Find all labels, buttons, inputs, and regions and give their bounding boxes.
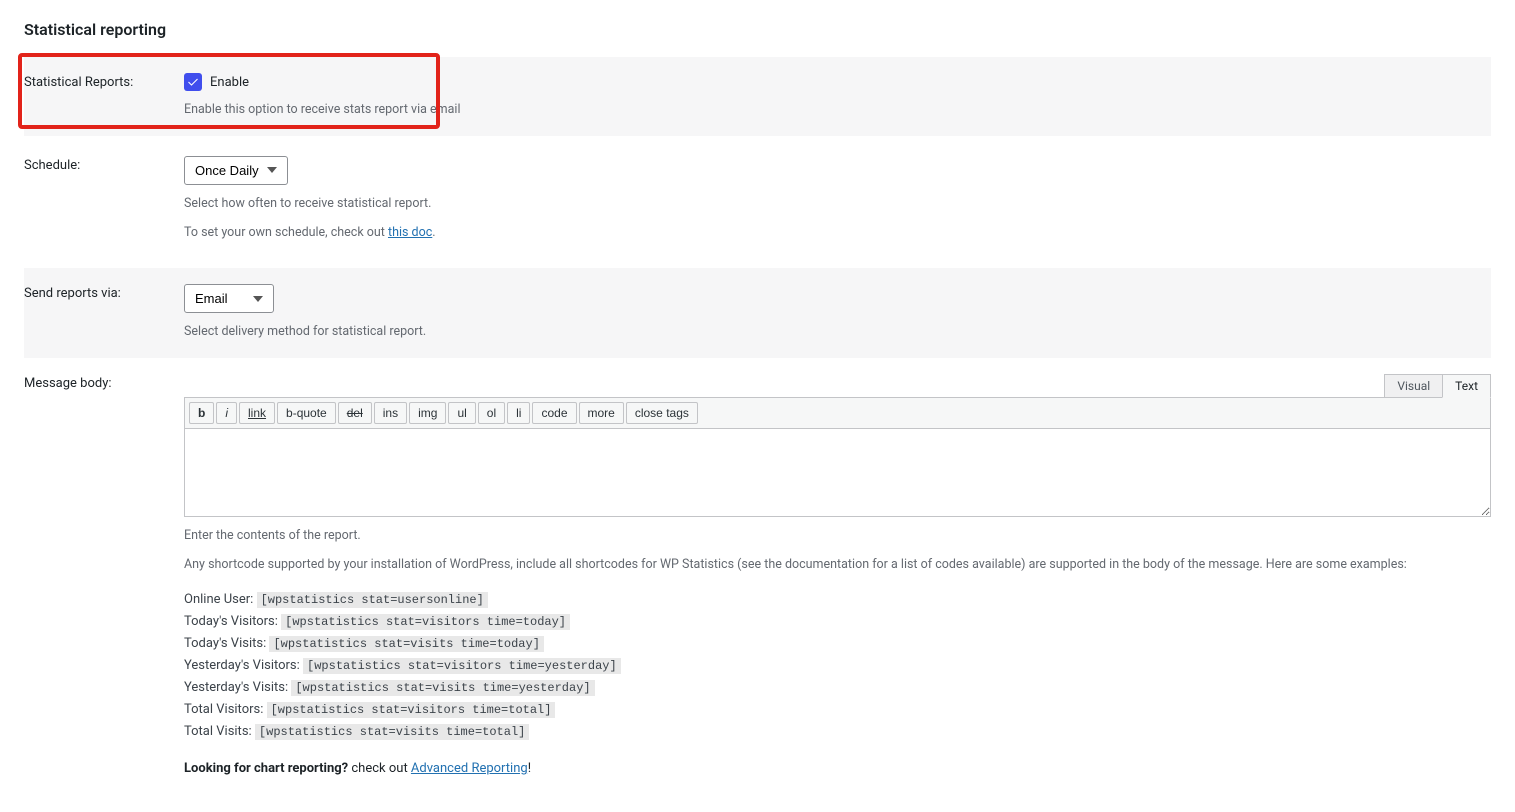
sc-row: Today's Visits: [wpstatistics stat=visit…	[184, 633, 1491, 655]
footer-note: Looking for chart reporting? check out A…	[184, 761, 1491, 776]
qt-ol[interactable]: ol	[478, 402, 505, 424]
sc-code: [wpstatistics stat=visits time=yesterday…	[291, 680, 594, 696]
editor-tabs: Visual Text	[184, 374, 1491, 398]
help-schedule-2: To set your own schedule, check out this…	[184, 224, 1491, 243]
message-body-textarea[interactable]	[184, 429, 1491, 517]
label-schedule: Schedule:	[24, 156, 184, 173]
label-message-body: Message body:	[24, 374, 184, 391]
schedule-select[interactable]: Once Daily	[184, 156, 288, 185]
help-statistical-reports: Enable this option to receive stats repo…	[184, 101, 1491, 120]
sc-row: Yesterday's Visitors: [wpstatistics stat…	[184, 655, 1491, 677]
label-statistical-reports: Statistical Reports:	[24, 73, 184, 90]
quicktags-toolbar: b i link b-quote del ins img ul ol li co…	[184, 397, 1491, 429]
sc-row: Today's Visitors: [wpstatistics stat=vis…	[184, 611, 1491, 633]
row-schedule: Schedule: Once Daily Select how often to…	[24, 140, 1491, 269]
checkmark-icon	[187, 76, 199, 88]
row-statistical-reports: Statistical Reports: Enable Enable this …	[24, 57, 1491, 136]
sc-code: [wpstatistics stat=visitors time=total]	[267, 702, 556, 718]
sc-code: [wpstatistics stat=visitors time=today]	[281, 614, 570, 630]
sc-code: [wpstatistics stat=visits time=today]	[269, 636, 543, 652]
help-schedule-1: Select how often to receive statistical …	[184, 195, 1491, 214]
qt-close-tags[interactable]: close tags	[626, 402, 698, 424]
label-send-via: Send reports via:	[24, 284, 184, 301]
qt-italic[interactable]: i	[216, 402, 237, 424]
help-send-via: Select delivery method for statistical r…	[184, 323, 1491, 342]
tab-visual[interactable]: Visual	[1384, 374, 1442, 398]
sc-row: Total Visitors: [wpstatistics stat=visit…	[184, 699, 1491, 721]
sc-row: Yesterday's Visits: [wpstatistics stat=v…	[184, 677, 1491, 699]
enable-checkbox[interactable]	[184, 73, 202, 91]
row-send-via: Send reports via: Email Select delivery …	[24, 268, 1491, 358]
qt-bquote[interactable]: b-quote	[277, 402, 336, 424]
qt-ul[interactable]: ul	[448, 402, 475, 424]
qt-code[interactable]: code	[532, 402, 576, 424]
send-via-select[interactable]: Email	[184, 284, 274, 313]
enable-label: Enable	[210, 75, 249, 90]
help-message-1: Enter the contents of the report.	[184, 527, 1491, 546]
section-title: Statistical reporting	[24, 20, 1491, 39]
qt-link[interactable]: link	[239, 402, 275, 424]
sc-code: [wpstatistics stat=visits time=total]	[255, 724, 529, 740]
tab-text[interactable]: Text	[1442, 374, 1491, 398]
row-message-body: Message body: Visual Text b i link b-quo…	[24, 358, 1491, 792]
qt-bold[interactable]: b	[189, 402, 214, 424]
qt-more[interactable]: more	[579, 402, 624, 424]
sc-code: [wpstatistics stat=usersonline]	[257, 592, 488, 608]
qt-li[interactable]: li	[507, 402, 530, 424]
qt-ins[interactable]: ins	[374, 402, 407, 424]
qt-del[interactable]: del	[338, 402, 372, 424]
schedule-doc-link[interactable]: this doc	[388, 225, 432, 240]
sc-row: Total Visits: [wpstatistics stat=visits …	[184, 721, 1491, 743]
help-message-2: Any shortcode supported by your installa…	[184, 556, 1491, 575]
shortcode-examples: Online User: [wpstatistics stat=usersonl…	[184, 589, 1491, 744]
sc-row: Online User: [wpstatistics stat=usersonl…	[184, 589, 1491, 611]
qt-img[interactable]: img	[409, 402, 446, 424]
advanced-reporting-link[interactable]: Advanced Reporting	[411, 761, 528, 776]
sc-code: [wpstatistics stat=visitors time=yesterd…	[303, 658, 621, 674]
